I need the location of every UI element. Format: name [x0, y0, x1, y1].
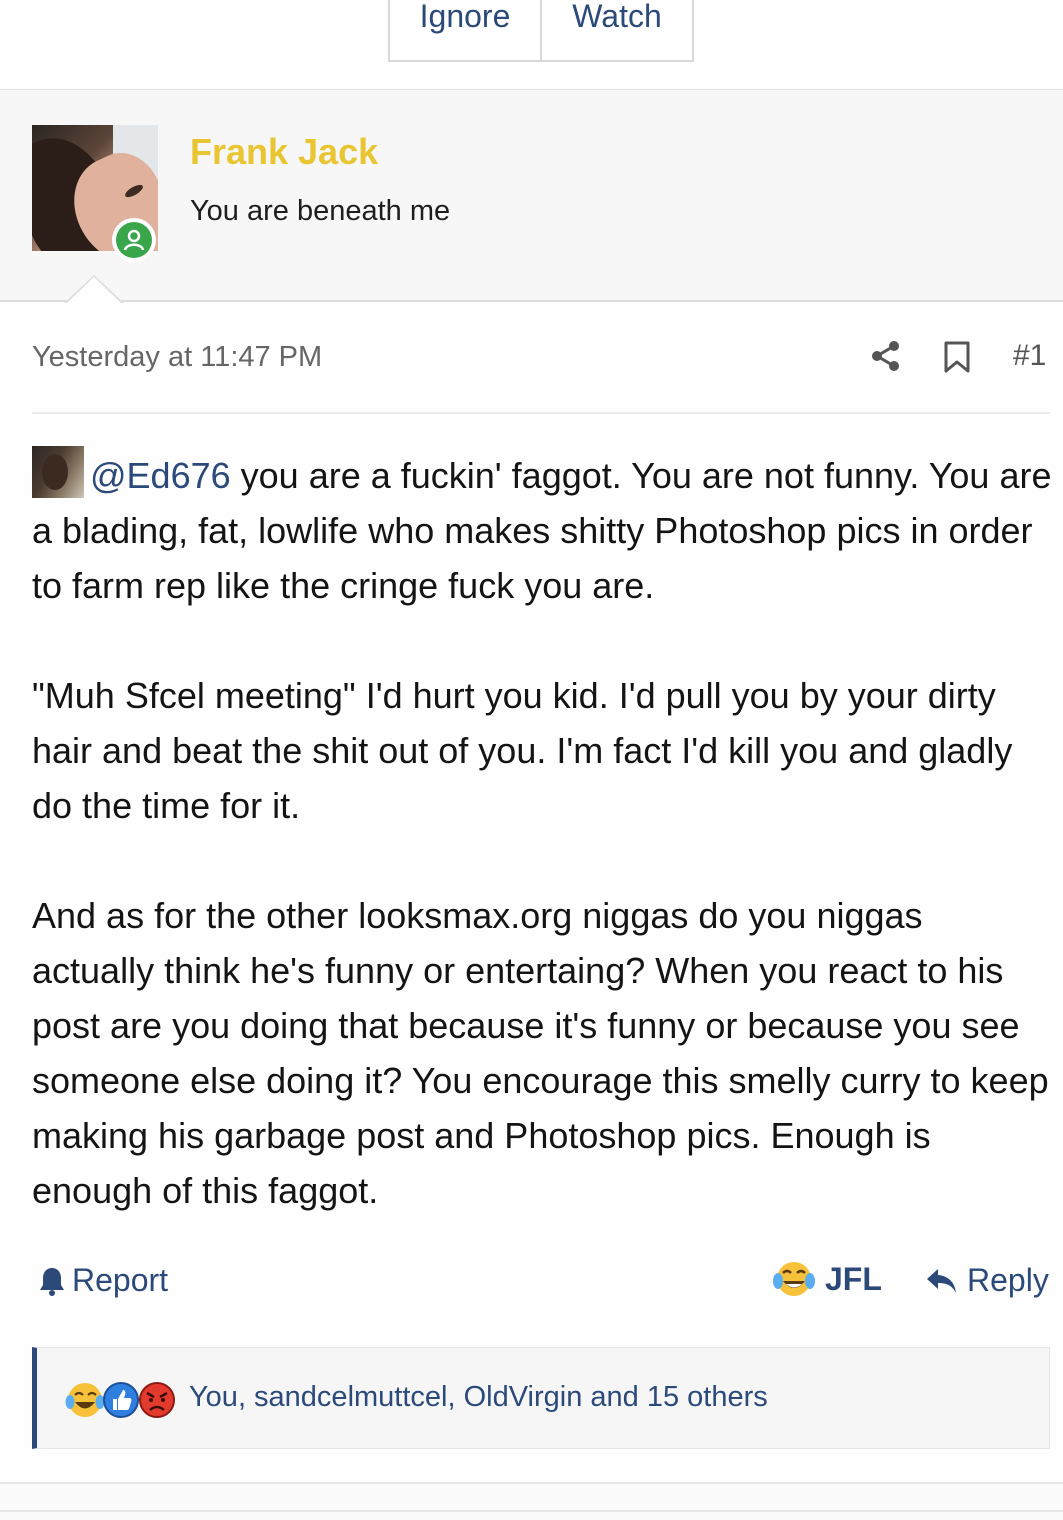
- post-paragraph: @Ed676 you are a fuckin' faggot. You are…: [32, 446, 1052, 613]
- crying-laughing-icon: [65, 1383, 105, 1417]
- report-label: Report: [72, 1262, 169, 1298]
- jfl-label: JFL: [825, 1260, 882, 1297]
- next-post-strip: [0, 1484, 1063, 1520]
- post-paragraph: And as for the other looksmax.org niggas…: [32, 895, 1049, 1211]
- watch-button[interactable]: Watch: [542, 0, 694, 62]
- reply-arrow-icon: [927, 1268, 956, 1293]
- reactions-bar[interactable]: You, sandcelmuttcel, OldVirgin and 15 ot…: [32, 1347, 1050, 1449]
- ignore-button[interactable]: Ignore: [388, 0, 542, 62]
- post-body: @Ed676 you are a fuckin' faggot. You are…: [32, 446, 1052, 1273]
- online-user-icon: [112, 218, 156, 262]
- reactions-summary[interactable]: You, sandcelmuttcel, OldVirgin and 15 ot…: [189, 1381, 768, 1414]
- report-button[interactable]: Report: [38, 1262, 168, 1299]
- post-date[interactable]: Yesterday at 11:47 PM: [32, 341, 322, 374]
- reply-button[interactable]: Reply: [925, 1262, 1049, 1299]
- bookmark-icon[interactable]: [943, 341, 971, 373]
- angry-face-icon: [139, 1382, 175, 1418]
- reply-label: Reply: [967, 1262, 1049, 1298]
- post-user-header: Frank Jack You are beneath me: [0, 89, 1063, 302]
- thread-controls: Ignore Watch: [388, 0, 694, 62]
- share-icon[interactable]: [870, 340, 902, 372]
- divider: [32, 412, 1050, 414]
- username-link[interactable]: Frank Jack: [190, 131, 378, 173]
- post-number[interactable]: #1: [1013, 339, 1046, 373]
- bell-icon: [40, 1267, 64, 1296]
- user-title: You are beneath me: [190, 195, 451, 227]
- post-paragraph: "Muh Sfcel meeting" I'd hurt you kid. I'…: [32, 675, 1013, 826]
- user-block-arrow: [64, 275, 124, 304]
- thumbs-up-icon: [103, 1382, 139, 1418]
- jfl-react-button[interactable]: JFL: [773, 1259, 882, 1299]
- crying-laughing-icon: [773, 1262, 815, 1296]
- reaction-icons: [65, 1382, 175, 1418]
- mention-link[interactable]: @Ed676: [90, 455, 231, 496]
- mention-avatar: [32, 446, 84, 498]
- divider: [0, 1510, 1063, 1512]
